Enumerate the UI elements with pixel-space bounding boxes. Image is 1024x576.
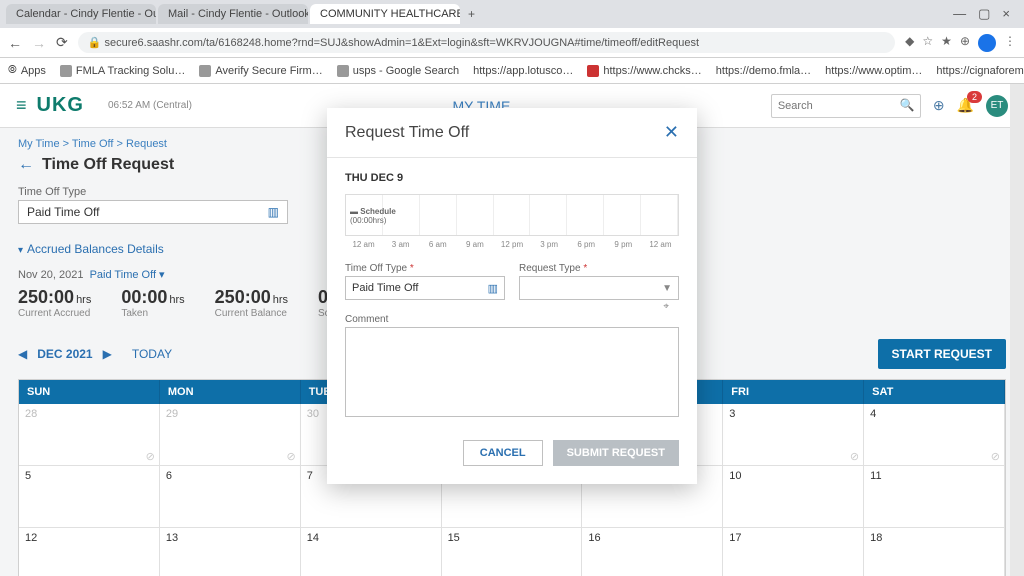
extension-icon[interactable]: ⊕ xyxy=(960,34,970,52)
request-type-select[interactable]: ▼ xyxy=(519,276,679,300)
comment-label: Comment xyxy=(345,314,679,325)
browser-tab[interactable]: Mail - Cindy Flentie - Outlook× xyxy=(158,4,308,24)
tick-label: 3 am xyxy=(382,240,419,249)
bookmark-item[interactable]: https://demo.fmla… xyxy=(716,65,811,77)
extension-icon[interactable]: ★ xyxy=(941,34,952,52)
tick-label: 12 am xyxy=(642,240,679,249)
menu-icon[interactable]: ⋮ xyxy=(1004,34,1016,52)
tick-label: 12 pm xyxy=(493,240,530,249)
profile-icon[interactable] xyxy=(978,34,996,52)
back-icon[interactable]: ← xyxy=(8,35,22,51)
schedule-timeline: ▬ Schedule(00:00hrs) xyxy=(345,194,679,236)
tick-label: 9 am xyxy=(456,240,493,249)
lookup-icon[interactable]: ▥ xyxy=(488,282,498,295)
modal-overlay: Request Time Off ✕ THU DEC 9 ▬ Schedule(… xyxy=(0,84,1024,576)
minimize-icon[interactable]: — xyxy=(953,6,966,22)
apps-button[interactable]: ⦾ Apps xyxy=(8,64,46,77)
cancel-button[interactable]: CANCEL xyxy=(463,440,543,466)
close-window-icon[interactable]: × xyxy=(1002,6,1010,22)
tick-label: 3 pm xyxy=(531,240,568,249)
address-bar[interactable]: 🔒 secure6.saashr.com/ta/6168248.home?rnd… xyxy=(78,32,895,53)
browser-tab[interactable]: COMMUNITY HEALTHCARE SY…× xyxy=(310,4,460,24)
forward-icon[interactable]: → xyxy=(32,35,46,51)
bookmark-item[interactable]: https://www.optim… xyxy=(825,65,922,77)
extension-icon[interactable]: ☆ xyxy=(922,34,933,52)
modal-timeoff-type-select[interactable]: Paid Time Off ▥ xyxy=(345,276,505,300)
bookmark-item[interactable]: Averify Secure Firm… xyxy=(199,65,322,77)
tick-label: 6 am xyxy=(419,240,456,249)
new-tab-button[interactable]: + xyxy=(462,7,481,21)
request-timeoff-modal: Request Time Off ✕ THU DEC 9 ▬ Schedule(… xyxy=(327,108,697,484)
tick-label: 6 pm xyxy=(568,240,605,249)
browser-tab[interactable]: Calendar - Cindy Flentie - Outlo…× xyxy=(6,4,156,24)
maximize-icon[interactable]: ▢ xyxy=(978,6,990,22)
extension-icon[interactable]: ◆ xyxy=(905,34,914,52)
chevron-down-icon: ▼ xyxy=(662,283,672,294)
close-icon[interactable]: ✕ xyxy=(664,122,679,143)
modal-title: Request Time Off xyxy=(345,124,469,142)
browser-tabbar: Calendar - Cindy Flentie - Outlo…× Mail … xyxy=(0,0,1024,28)
bookmark-item[interactable]: https://app.lotusco… xyxy=(473,65,573,77)
bookmarks-bar: ⦾ Apps FMLA Tracking Solu… Averify Secur… xyxy=(0,58,1024,84)
reload-icon[interactable]: ⟳ xyxy=(56,34,68,51)
bookmark-item[interactable]: https://www.chcks… xyxy=(587,65,701,77)
cursor-icon: ⌖ xyxy=(663,301,669,312)
submit-request-button[interactable]: SUBMIT REQUEST xyxy=(553,440,679,466)
tick-label: 9 pm xyxy=(605,240,642,249)
bookmark-item[interactable]: usps - Google Search xyxy=(337,65,459,77)
bookmark-item[interactable]: FMLA Tracking Solu… xyxy=(60,65,185,77)
bookmark-item[interactable]: https://cignaforem… xyxy=(936,65,1024,77)
comment-textarea[interactable] xyxy=(345,327,679,417)
modal-date: THU DEC 9 xyxy=(345,172,679,184)
tick-label: 12 am xyxy=(345,240,382,249)
